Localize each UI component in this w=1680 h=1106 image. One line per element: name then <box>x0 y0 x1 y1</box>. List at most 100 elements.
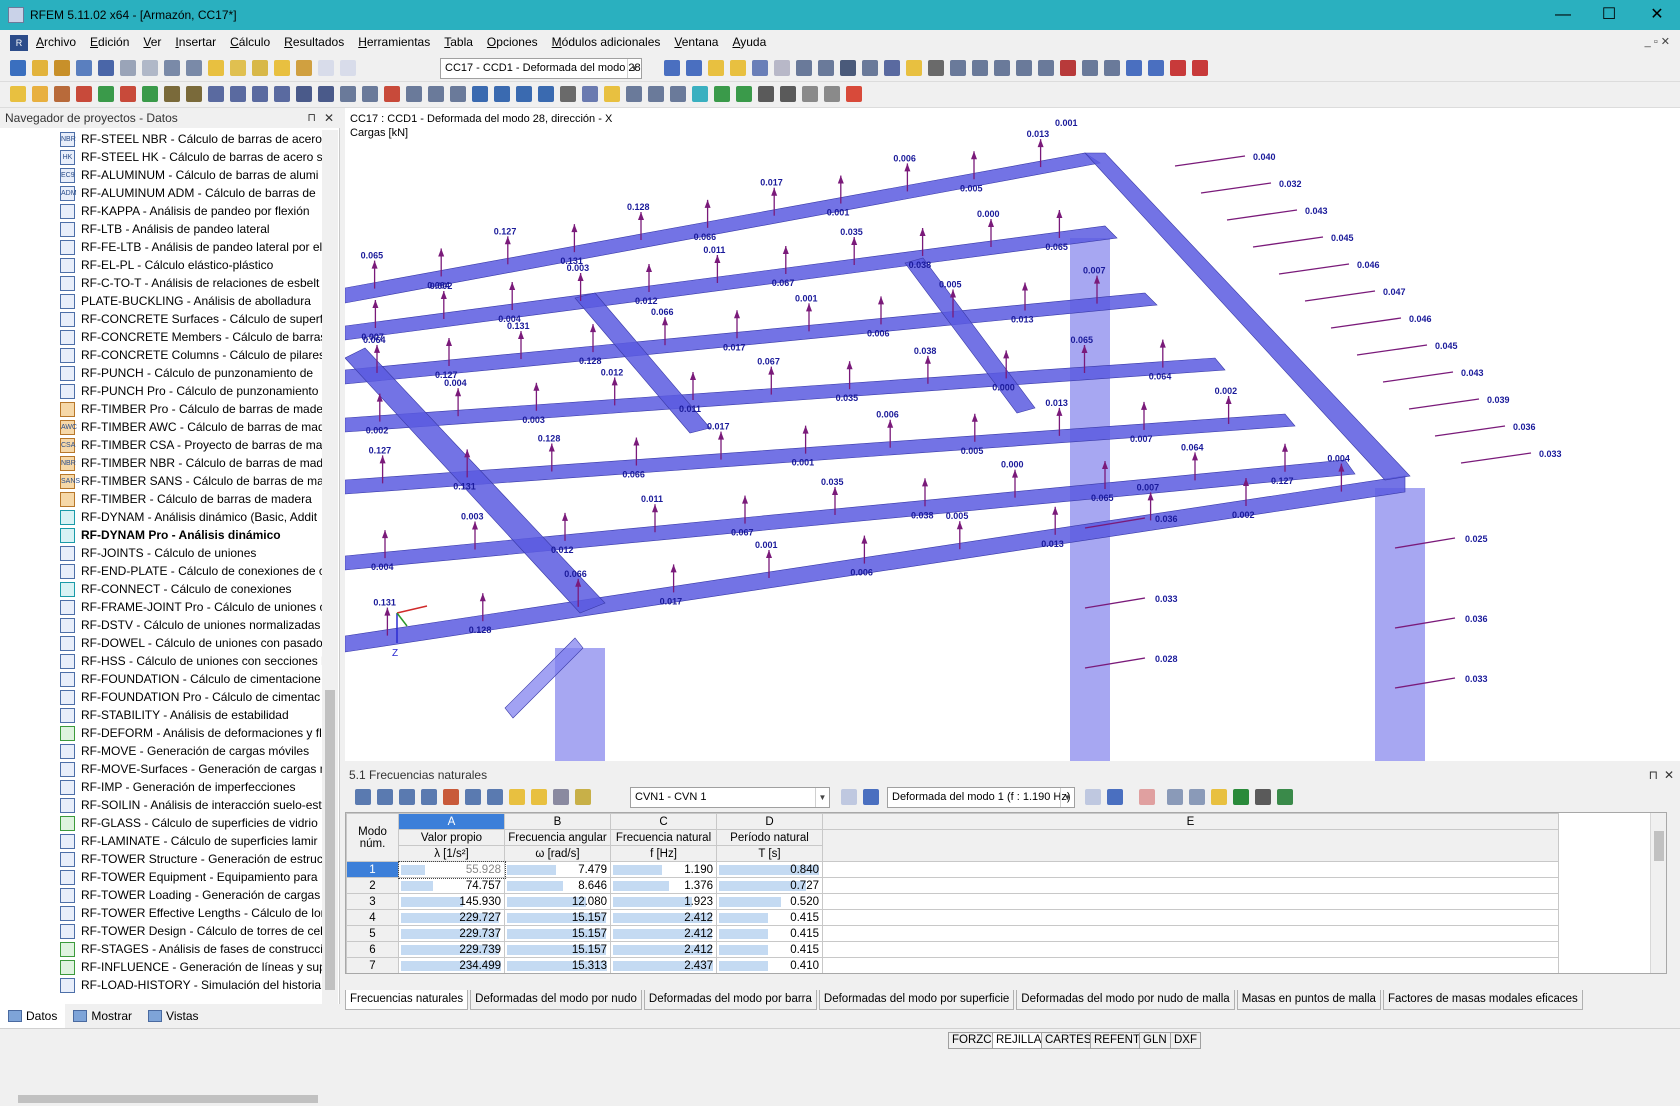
module-item[interactable]: RF-MOVE-Surfaces - Generación de cargas … <box>60 760 322 778</box>
chevron-down-icon[interactable]: ▼ <box>627 59 641 78</box>
node-icon[interactable] <box>928 60 944 76</box>
copy-icon[interactable] <box>208 86 224 102</box>
cell-e[interactable] <box>822 925 1559 942</box>
module-item[interactable]: RF-CONCRETE Columns - Cálculo de pilares <box>60 346 322 364</box>
cell-a[interactable]: 229.727 <box>398 909 505 926</box>
status-gln[interactable]: GLN <box>1139 1032 1171 1049</box>
cell-n[interactable]: 3 <box>346 893 399 910</box>
model-viewport[interactable]: 0.065 0.064 0.127 0.131 0.128 0.066 0.017 0.001… <box>345 108 1680 761</box>
cell-c[interactable]: 2.437 <box>610 957 717 973</box>
calculate-icon[interactable] <box>274 60 290 76</box>
chevron-down-icon[interactable]: ▼ <box>815 788 829 807</box>
module-item[interactable]: RF-LTB - Análisis de pandeo lateral <box>60 220 322 238</box>
undo-icon[interactable] <box>164 60 180 76</box>
module-item[interactable]: RF-TIMBER Pro - Cálculo de barras de mad… <box>60 400 322 418</box>
view-xyz-icon[interactable] <box>538 86 554 102</box>
view-z-icon[interactable] <box>516 86 532 102</box>
cell-a[interactable]: 234.499 <box>398 957 505 973</box>
status-dxf[interactable]: DXF <box>1170 1032 1201 1049</box>
module-item[interactable]: PLATE-BUCKLING - Análisis de abolladura <box>60 292 322 310</box>
cell-n[interactable]: 4 <box>346 909 399 926</box>
module-item[interactable]: RF-C-TO-T - Análisis de relaciones de es… <box>60 274 322 292</box>
pin-icon[interactable]: ⊓ <box>307 108 316 128</box>
module-item[interactable]: RF-PUNCH - Cálculo de punzonamiento de <box>60 364 322 382</box>
filter-icon[interactable] <box>1167 789 1183 805</box>
module-item[interactable]: RF-INFLUENCE - Generación de líneas y su… <box>60 958 322 976</box>
table-row[interactable]: 1 55.928 7.479 1.190 0.840 <box>346 860 1559 879</box>
app-icon[interactable] <box>8 7 24 23</box>
color-scale-icon[interactable] <box>604 86 620 102</box>
col-e-letter[interactable]: E <box>822 813 1559 830</box>
tab-deformadas-nudo-malla[interactable]: Deformadas del modo por nudo de malla <box>1016 990 1235 1010</box>
view-y-icon[interactable] <box>494 86 510 102</box>
module-item[interactable]: RF-DYNAM - Análisis dinámico (Basic, Add… <box>60 508 322 526</box>
previous-icon[interactable] <box>841 789 857 805</box>
menu-ver[interactable]: Ver <box>143 35 161 49</box>
decimals-icon[interactable] <box>1277 789 1293 805</box>
menu-resultados[interactable]: Resultados <box>284 35 344 49</box>
table-icon-8[interactable] <box>509 789 525 805</box>
previous-icon[interactable] <box>1085 789 1101 805</box>
table-row[interactable]: 3 145.930 12.080 1.923 0.520 <box>346 893 1559 910</box>
section-style-icon[interactable] <box>714 86 730 102</box>
settings-icon[interactable] <box>802 86 818 102</box>
calculator-icon[interactable] <box>1255 789 1271 805</box>
module-item[interactable]: RF-TOWER Equipment - Equipamiento para <box>60 868 322 886</box>
module-item[interactable]: RF-PUNCH Pro - Cálculo de punzonamiento <box>60 382 322 400</box>
mirror-icon[interactable] <box>1038 60 1054 76</box>
find-icon[interactable] <box>252 60 268 76</box>
show-values-icon[interactable] <box>730 60 746 76</box>
select-icon[interactable] <box>318 86 334 102</box>
navigator-scrollbar[interactable] <box>322 130 338 1010</box>
mesh-tool-icon[interactable] <box>142 86 158 102</box>
line-icon[interactable] <box>1016 60 1032 76</box>
cell-d[interactable]: 0.415 <box>716 925 823 942</box>
module-item[interactable]: RF-FE-LTB - Análisis de pandeo lateral p… <box>60 238 322 256</box>
table-icon-1[interactable] <box>355 789 371 805</box>
module-item[interactable]: NBR RF-STEEL NBR - Cálculo de barras de a… <box>60 130 322 148</box>
minimize-button[interactable]: — <box>1540 0 1586 30</box>
menu-modulos-adicionales[interactable]: Módulos adicionales <box>552 35 661 49</box>
table-row[interactable]: 5 229.737 15.157 2.412 0.415 <box>346 925 1559 942</box>
cell-e[interactable] <box>822 877 1559 894</box>
grid-points-icon[interactable] <box>884 60 900 76</box>
col-d-letter[interactable]: D <box>716 813 823 830</box>
tab-masas-puntos-malla[interactable]: Masas en puntos de malla <box>1236 990 1381 1010</box>
cell-a[interactable]: 229.739 <box>398 941 505 958</box>
save-multiple-icon[interactable] <box>76 60 92 76</box>
grid-icon[interactable] <box>862 60 878 76</box>
tab-vistas[interactable]: Vistas <box>140 1004 206 1028</box>
col-c-letter[interactable]: C <box>610 813 717 830</box>
menu-edicion[interactable]: Edición <box>90 35 129 49</box>
text-icon[interactable] <box>774 60 790 76</box>
cell-d[interactable]: 0.840 <box>716 861 823 878</box>
tab-deformadas-nudo[interactable]: Deformadas del modo por nudo <box>470 990 642 1010</box>
menu-insertar[interactable]: Insertar <box>175 35 216 49</box>
module-item[interactable]: CSA RF-TIMBER CSA - Proyecto de barras de… <box>60 436 322 454</box>
export-icon[interactable] <box>1126 60 1142 76</box>
table-row[interactable]: 4 229.727 15.157 2.412 0.415 <box>346 909 1559 926</box>
scale-icon[interactable] <box>252 86 268 102</box>
cell-n[interactable]: 5 <box>346 925 399 942</box>
graph-icon[interactable] <box>1139 789 1155 805</box>
cell-a[interactable]: 74.757 <box>398 877 505 894</box>
section-icon[interactable] <box>1082 60 1098 76</box>
member-icon[interactable] <box>950 60 966 76</box>
view-side-icon[interactable] <box>450 86 466 102</box>
redo-icon[interactable] <box>186 60 202 76</box>
next-icon[interactable] <box>863 789 879 805</box>
table-row[interactable]: 6 229.739 15.157 2.412 0.415 <box>346 941 1559 958</box>
table-row[interactable]: 2 74.757 8.646 1.376 0.727 <box>346 877 1559 894</box>
next-icon[interactable] <box>1107 789 1123 805</box>
cell-n[interactable]: 1 <box>346 861 399 878</box>
cell-e[interactable] <box>822 861 1559 878</box>
tab-datos[interactable]: Datos <box>0 1004 66 1028</box>
open-folder-icon[interactable] <box>32 60 48 76</box>
cell-a[interactable]: 229.737 <box>398 925 505 942</box>
mode-select[interactable]: Deformada del modo 1 (f : 1.190 Hz) ▼ <box>887 787 1075 808</box>
options-icon[interactable] <box>824 86 840 102</box>
previous-icon[interactable] <box>664 60 680 76</box>
lights-icon[interactable] <box>648 86 664 102</box>
cell-n[interactable]: 7 <box>346 957 399 973</box>
table-view-icon[interactable] <box>340 60 356 76</box>
